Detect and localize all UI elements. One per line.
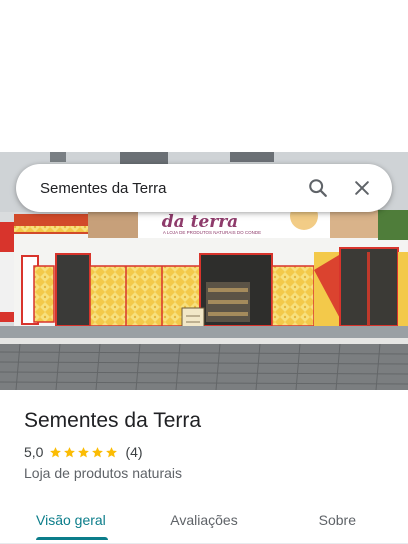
place-category: Loja de produtos naturais bbox=[24, 465, 182, 481]
tab-about[interactable]: Sobre bbox=[264, 496, 408, 544]
star-icon bbox=[50, 446, 62, 457]
review-count[interactable]: (4) bbox=[125, 444, 142, 460]
rating-value: 5,0 bbox=[24, 444, 44, 460]
clear-search-button[interactable] bbox=[344, 170, 380, 206]
star-icon bbox=[92, 446, 104, 457]
tab-label: Visão geral bbox=[36, 512, 106, 528]
tab-label: Avaliações bbox=[170, 512, 238, 528]
star-rating bbox=[49, 446, 119, 459]
search-button[interactable] bbox=[300, 170, 336, 206]
sign-text: da terra bbox=[162, 212, 238, 232]
tab-bar: Visão geral Avaliações Sobre bbox=[0, 496, 408, 544]
search-input[interactable]: Sementes da Terra bbox=[40, 180, 292, 197]
active-tab-indicator bbox=[36, 537, 108, 540]
search-bar[interactable]: Sementes da Terra bbox=[16, 164, 392, 212]
place-sheet: da terra A LOJA DE PRODUTOS NATURAIS DO … bbox=[0, 0, 408, 544]
close-icon bbox=[355, 181, 369, 195]
tab-reviews[interactable]: Avaliações bbox=[144, 496, 264, 544]
search-icon bbox=[309, 179, 327, 197]
star-icon bbox=[64, 446, 76, 457]
star-icon bbox=[78, 446, 90, 457]
sign-subtext: A LOJA DE PRODUTOS NATURAIS DO CONDE bbox=[163, 230, 261, 235]
place-title: Sementes da Terra bbox=[24, 409, 202, 432]
star-icon bbox=[106, 446, 118, 457]
tab-overview[interactable]: Visão geral bbox=[0, 496, 144, 544]
rating-row[interactable]: 5,0 (4) bbox=[24, 444, 143, 460]
tab-label: Sobre bbox=[318, 512, 356, 528]
